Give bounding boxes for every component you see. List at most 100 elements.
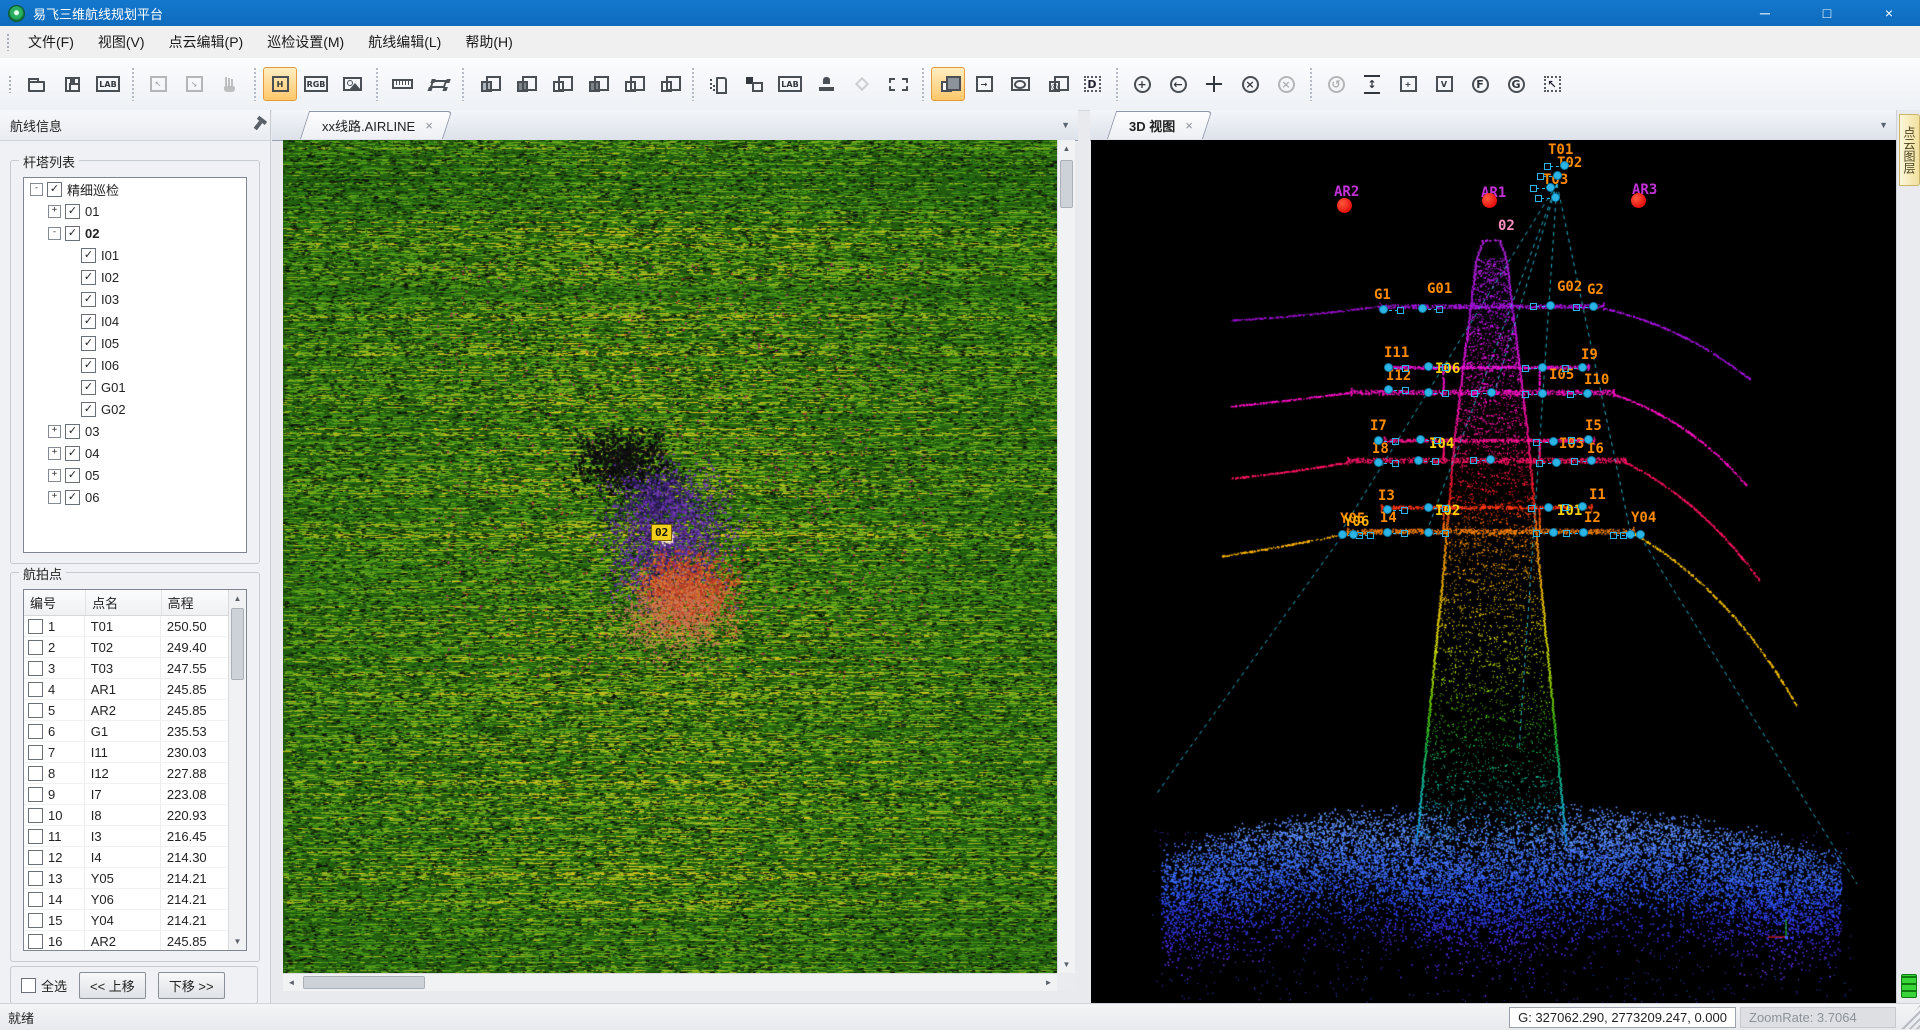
waypoint-dot[interactable] (1546, 183, 1555, 192)
waypoint-dot[interactable] (1416, 435, 1425, 444)
clip-box-2-button[interactable] (507, 67, 541, 101)
clip-box-5-button[interactable] (615, 67, 649, 101)
v-mode-button[interactable]: V (1427, 67, 1461, 101)
label-tag-button[interactable]: LAB (773, 67, 807, 101)
select-area-button[interactable]: ↖ (1535, 67, 1569, 101)
pointcloud-layers-tab[interactable]: 点云图层 (1899, 114, 1920, 186)
waypoint-dot[interactable] (1424, 528, 1433, 537)
image-render-button[interactable] (335, 67, 369, 101)
waypoint-dot[interactable] (1374, 436, 1383, 445)
scroll-up-icon[interactable]: ▲ (229, 590, 246, 607)
table-row[interactable]: 15Y04214.21 (24, 910, 246, 931)
move-down-button[interactable]: 下移 >> (158, 972, 225, 999)
waypoint-dot[interactable] (1383, 528, 1392, 537)
zoom-in-button[interactable]: + (1125, 67, 1159, 101)
view3d-canvas[interactable] (1091, 140, 1896, 1004)
airline-map-canvas[interactable] (283, 140, 1057, 973)
waypoint-dot[interactable] (1552, 458, 1561, 467)
waypoint-dot[interactable] (1424, 388, 1433, 397)
waypoint-dot[interactable] (1538, 363, 1547, 372)
tree-expander-icon[interactable]: + (48, 425, 61, 438)
scroll-left-icon[interactable]: ◄ (283, 974, 300, 991)
tree-checkbox[interactable]: ✓ (81, 380, 96, 395)
tree-checkbox[interactable]: ✓ (65, 446, 80, 461)
resize-grip-icon[interactable] (1900, 1005, 1920, 1029)
safety-sphere[interactable] (1337, 198, 1352, 213)
table-row[interactable]: 4AR1245.85 (24, 679, 246, 700)
tree-checkbox[interactable]: ✓ (81, 314, 96, 329)
table-row[interactable]: 12I4214.30 (24, 847, 246, 868)
waypoint-dot[interactable] (1549, 528, 1558, 537)
clip-cube-button[interactable] (931, 67, 965, 101)
tree-item-02[interactable]: -✓02 (24, 222, 246, 244)
tree-expander-icon[interactable]: - (30, 183, 43, 196)
tree-item-I06[interactable]: ✓I06 (24, 354, 246, 376)
waypoint-dot[interactable] (1487, 388, 1496, 397)
box-link-button[interactable] (737, 67, 771, 101)
clip-box-4-button[interactable] (579, 67, 613, 101)
menu-item-5[interactable]: 帮助(H) (453, 27, 524, 57)
table-row[interactable]: 9I7223.08 (24, 784, 246, 805)
table-row[interactable]: 3T03247.55 (24, 658, 246, 679)
row-checkbox[interactable] (28, 619, 43, 634)
photo-points-table[interactable]: 编号点名高程1T01250.502T02249.403T03247.554AR1… (23, 589, 247, 951)
row-checkbox[interactable] (28, 724, 43, 739)
select-all-control[interactable]: 全选 (21, 976, 67, 995)
row-checkbox[interactable] (28, 766, 43, 781)
column-header-1[interactable]: 点名 (86, 590, 161, 615)
close-button[interactable]: × (1858, 0, 1920, 26)
waypoint-dot[interactable] (1418, 304, 1427, 313)
menu-item-4[interactable]: 航线编辑(L) (356, 27, 453, 57)
tab-airline[interactable]: xx线路.AIRLINE × (300, 111, 443, 139)
tree-expander-icon[interactable]: - (48, 227, 61, 240)
rgb-render-button[interactable]: RGB (299, 67, 333, 101)
scroll-down-icon[interactable]: ▼ (1058, 956, 1075, 973)
scroll-down-icon[interactable]: ▼ (229, 933, 246, 950)
table-row[interactable]: 5AR2245.85 (24, 700, 246, 721)
scroll-up-icon[interactable]: ▲ (1058, 140, 1075, 157)
waypoint-dot[interactable] (1636, 530, 1645, 539)
table-row[interactable]: 10I8220.93 (24, 805, 246, 826)
d-mode-button[interactable]: D (1075, 67, 1109, 101)
waypoint-dot[interactable] (1379, 305, 1388, 314)
row-checkbox[interactable] (28, 808, 43, 823)
menu-item-0[interactable]: 文件(F) (16, 27, 86, 57)
waypoint-dot[interactable] (1384, 385, 1393, 394)
clip-box-6-button[interactable] (651, 67, 685, 101)
pin-icon[interactable] (254, 120, 263, 130)
waypoint-dot[interactable] (1551, 193, 1560, 202)
hscroll-thumb[interactable] (303, 976, 425, 989)
tree-item-05[interactable]: +✓05 (24, 464, 246, 486)
waypoint-dot[interactable] (1546, 301, 1555, 310)
ruler-measure-button[interactable] (385, 67, 419, 101)
table-row[interactable]: 14Y06214.21 (24, 889, 246, 910)
view-back-button[interactable]: ← (1161, 67, 1195, 101)
row-checkbox[interactable] (28, 829, 43, 844)
waypoint-dot[interactable] (1374, 458, 1383, 467)
waypoint-dot[interactable] (1424, 362, 1433, 371)
scroll-thumb[interactable] (231, 608, 244, 680)
visibility-button[interactable] (1003, 67, 1037, 101)
save-button[interactable] (55, 67, 89, 101)
tree-checkbox[interactable]: ✓ (65, 204, 80, 219)
tree-expander-icon[interactable]: + (48, 491, 61, 504)
map-vertical-scrollbar[interactable]: ▲ ▼ (1057, 140, 1075, 973)
column-header-0[interactable]: 编号 (24, 590, 86, 615)
tree-item-精细巡检[interactable]: -✓精细巡检 (24, 178, 246, 200)
table-row[interactable]: 8I12227.88 (24, 763, 246, 784)
table-row[interactable]: 7I11230.03 (24, 742, 246, 763)
waypoint-dot[interactable] (1553, 171, 1562, 180)
g-mode-button[interactable]: G (1499, 67, 1533, 101)
tree-item-I04[interactable]: ✓I04 (24, 310, 246, 332)
safety-sphere[interactable] (1631, 193, 1646, 208)
maximize-button[interactable]: □ (1796, 0, 1858, 26)
tree-expander-icon[interactable]: + (48, 447, 61, 460)
tree-item-03[interactable]: +✓03 (24, 420, 246, 442)
menu-item-2[interactable]: 点云编辑(P) (157, 27, 256, 57)
waypoint-dot[interactable] (1560, 161, 1569, 170)
safety-sphere[interactable] (1482, 193, 1497, 208)
waypoint-dot[interactable] (1338, 530, 1347, 539)
row-checkbox[interactable] (28, 703, 43, 718)
tower-tree[interactable]: -✓精细巡检+✓01-✓02✓I01✓I02✓I03✓I04✓I05✓I06✓G… (23, 177, 247, 553)
row-checkbox[interactable] (28, 850, 43, 865)
